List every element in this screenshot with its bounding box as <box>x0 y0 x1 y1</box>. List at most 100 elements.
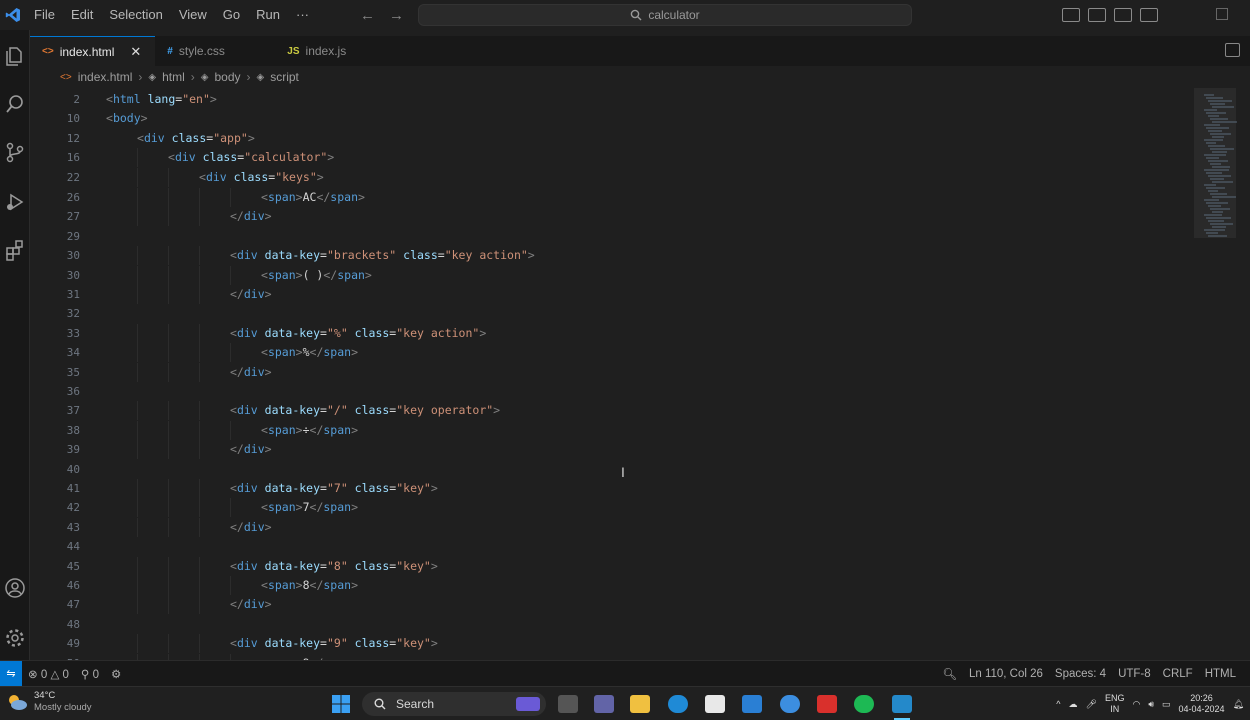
window-restore-icon[interactable] <box>1216 8 1228 20</box>
zoom-icon[interactable]: 🔍︎ <box>936 667 963 681</box>
code-line[interactable]: 43 </div> <box>30 517 1190 537</box>
menu-edit[interactable]: Edit <box>63 0 101 30</box>
chevron-up-icon[interactable]: ^ <box>1056 699 1060 709</box>
task-view-icon[interactable] <box>558 695 578 713</box>
mail-icon[interactable] <box>742 695 762 713</box>
code-line[interactable]: 31 </div> <box>30 285 1190 304</box>
settings-gear-icon[interactable] <box>3 626 27 650</box>
cursor-position[interactable]: Ln 110, Col 26 <box>963 668 1049 680</box>
code-line[interactable]: 45 <div data-key="8" class="key"> <box>30 556 1190 576</box>
sticky-code-line[interactable]: 12 <div class="app"> <box>30 128 1190 148</box>
split-editor-icon[interactable] <box>1225 43 1240 57</box>
encoding[interactable]: UTF-8 <box>1112 668 1157 680</box>
menu-file[interactable]: File <box>26 0 63 30</box>
onedrive-icon[interactable]: ☁ <box>1069 699 1078 710</box>
spotify-icon[interactable] <box>854 695 874 713</box>
code-line[interactable]: 36 <box>30 382 1190 401</box>
code-line[interactable]: 46 <span>8</span> <box>30 576 1190 595</box>
close-icon[interactable]: ✕ <box>130 44 141 60</box>
menu-run[interactable]: Run <box>248 0 288 30</box>
toggle-panel-icon[interactable] <box>1088 8 1106 22</box>
code-line[interactable]: 33 <div data-key="%" class="key action"> <box>30 323 1190 343</box>
menu-selection[interactable]: Selection <box>101 0 170 30</box>
live-share-icon[interactable]: ⚙ <box>105 667 127 681</box>
menu-view[interactable]: View <box>171 0 215 30</box>
remote-indicator-icon[interactable]: ⇋ <box>0 660 22 687</box>
code-text: <span>%</span> <box>261 343 358 362</box>
windows-start-icon[interactable] <box>331 695 351 713</box>
command-center-search[interactable]: calculator <box>418 4 912 26</box>
code-line[interactable]: 39 </div> <box>30 440 1190 460</box>
account-icon[interactable] <box>3 576 27 600</box>
breadcrumb-script[interactable]: script <box>270 70 299 84</box>
toggle-primary-sidebar-icon[interactable] <box>1062 8 1080 22</box>
teams-icon[interactable] <box>594 695 614 713</box>
tab-style-css[interactable]: # style.css <box>155 36 275 66</box>
code-line[interactable]: 47 </div> <box>30 595 1190 615</box>
minimap[interactable] <box>1190 88 1250 660</box>
code-line[interactable]: 49 <div data-key="9" class="key"> <box>30 634 1190 654</box>
sticky-code-line[interactable]: 22 <div class="keys"> <box>30 167 1190 187</box>
explorer-icon[interactable] <box>3 44 27 68</box>
wifi-icon[interactable]: ◠ <box>1132 699 1140 710</box>
code-line[interactable]: 37 <div data-key="/" class="key operator"… <box>30 401 1190 421</box>
code-editor[interactable]: I 2 <html lang="en"> 10 <body> 12 <div class=… <box>30 88 1190 660</box>
mcafee-icon[interactable] <box>817 695 837 713</box>
code-line[interactable]: 44 <box>30 537 1190 556</box>
element-icon: ◈ <box>200 71 209 83</box>
language-mode[interactable]: HTML <box>1199 668 1242 680</box>
edge-browser-icon[interactable] <box>668 695 688 713</box>
sticky-code-line[interactable]: 10 <body> <box>30 109 1190 129</box>
back-arrow-icon[interactable]: ← <box>360 7 375 24</box>
problems-status[interactable]: ⊗ 0 △ 0 <box>22 667 75 681</box>
end-of-line[interactable]: CRLF <box>1157 668 1199 680</box>
customize-layout-icon[interactable] <box>1140 8 1158 22</box>
volume-icon[interactable]: 🔊︎ <box>1148 699 1154 710</box>
breadcrumb-html[interactable]: html <box>162 70 185 84</box>
menu-more[interactable]: ··· <box>288 0 317 30</box>
language-indicator[interactable]: ENG IN <box>1105 693 1125 715</box>
extensions-icon[interactable] <box>3 238 27 262</box>
code-line[interactable]: 38 <span>÷</span> <box>30 420 1190 440</box>
indentation[interactable]: Spaces: 4 <box>1049 668 1112 680</box>
taskbar-search[interactable]: Search <box>362 692 546 716</box>
notification-bell-icon[interactable]: 🔔︎ <box>1233 699 1244 710</box>
clock[interactable]: 20:26 04-04-2024 <box>1179 693 1225 715</box>
code-line[interactable]: 35 </div> <box>30 362 1190 382</box>
breadcrumb-body[interactable]: body <box>214 70 240 84</box>
code-line[interactable]: 26 <span>AC</span> <box>30 188 1190 207</box>
tab-index-html[interactable]: <> index.html ✕ <box>30 36 156 66</box>
weather-widget[interactable]: 34°C Mostly cloudy <box>6 690 92 714</box>
microphone-icon[interactable]: 🎤︎ <box>1086 699 1097 710</box>
code-token: ÷ <box>302 422 310 437</box>
menu-go[interactable]: Go <box>215 0 248 30</box>
indent-guide <box>199 556 200 576</box>
forward-arrow-icon[interactable]: → <box>389 7 404 24</box>
code-line[interactable]: 40 <box>30 460 1190 479</box>
battery-icon[interactable]: ▭ <box>1162 699 1171 710</box>
ports-status[interactable]: ⚲ 0 <box>75 667 105 681</box>
warning-count: 0 <box>62 668 69 681</box>
code-line[interactable]: 32 <box>30 304 1190 323</box>
run-debug-icon[interactable] <box>3 190 27 214</box>
code-line[interactable]: 30 <div data-key="brackets" class="key ac… <box>30 246 1190 266</box>
code-line[interactable]: 48 <box>30 615 1190 634</box>
vscode-taskbar-icon[interactable] <box>892 695 912 713</box>
code-line[interactable]: 27 </div> <box>30 207 1190 227</box>
code-line[interactable]: 42 <span>7</span> <box>30 498 1190 518</box>
toggle-secondary-sidebar-icon[interactable] <box>1114 8 1132 22</box>
code-line[interactable]: 34 <span>%</span> <box>30 343 1190 363</box>
code-line[interactable]: 29 <box>30 227 1190 246</box>
chrome-icon[interactable] <box>780 695 800 713</box>
microsoft-store-icon[interactable] <box>705 695 725 713</box>
source-control-icon[interactable] <box>3 140 27 164</box>
breadcrumb-file[interactable]: index.html <box>78 70 133 84</box>
code-line[interactable]: 41 <div data-key="7" class="key"> <box>30 479 1190 498</box>
search-icon[interactable] <box>3 92 27 116</box>
sticky-code-line[interactable]: 16 <div class="calculator"> <box>30 148 1190 168</box>
sticky-code-line[interactable]: 2 <html lang="en"> <box>30 90 1190 109</box>
tab-index-js[interactable]: JS index.js <box>275 36 395 66</box>
code-line[interactable]: 30 <span>( )</span> <box>30 265 1190 285</box>
line-number: 43 <box>66 520 80 534</box>
file-explorer-icon[interactable] <box>630 695 650 713</box>
